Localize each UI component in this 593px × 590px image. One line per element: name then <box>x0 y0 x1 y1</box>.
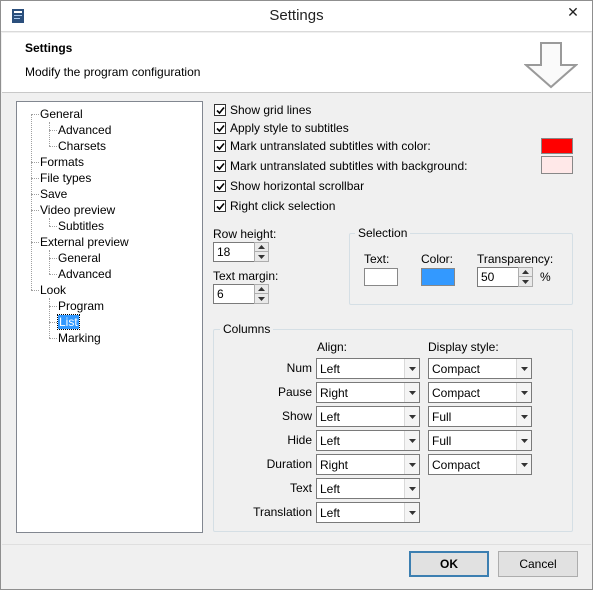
tree-item-formats[interactable]: Formats <box>40 154 84 170</box>
align-select-pause[interactable]: Right <box>316 382 420 403</box>
selection-text-label: Text: <box>364 252 390 266</box>
chevron-down-icon <box>404 479 419 498</box>
text-margin-label: Text margin: <box>213 269 279 283</box>
mark-background-swatch[interactable] <box>541 156 573 174</box>
tree-item-list[interactable]: List <box>57 314 80 330</box>
mark-color-swatch[interactable] <box>541 138 573 154</box>
tree-item-external-preview[interactable]: External preview <box>40 234 129 250</box>
checkbox-check-icon <box>214 180 226 192</box>
row-height-label: Row height: <box>213 227 277 241</box>
chevron-down-icon <box>516 431 531 450</box>
chevron-down-icon <box>404 383 419 402</box>
spin-up-icon[interactable] <box>519 268 532 277</box>
tree-item-subtitles[interactable]: Subtitles <box>58 218 104 234</box>
display-select-hide[interactable]: Full <box>428 430 532 451</box>
align-select-duration[interactable]: Right <box>316 454 420 475</box>
chevron-down-icon <box>404 431 419 450</box>
chevron-down-icon <box>516 383 531 402</box>
down-arrow-icon <box>524 42 578 89</box>
dialog-footer: OK Cancel <box>2 544 591 590</box>
tree-item-video-preview[interactable]: Video preview <box>40 202 115 218</box>
tree-item-file-types[interactable]: File types <box>40 170 91 186</box>
chevron-down-icon <box>404 503 419 522</box>
display-select-num[interactable]: Compact <box>428 358 532 379</box>
spin-up-icon[interactable] <box>255 285 268 294</box>
row-height-spinner[interactable]: 18 <box>213 242 269 262</box>
checkbox-check-icon <box>214 140 226 152</box>
show-grid-lines-label: Show grid lines <box>230 103 312 117</box>
align-select-translation[interactable]: Left <box>316 502 420 523</box>
header-panel: Settings Modify the program configuratio… <box>2 33 591 93</box>
display-select-pause[interactable]: Compact <box>428 382 532 403</box>
apply-style-label: Apply style to subtitles <box>230 121 349 135</box>
ok-button[interactable]: OK <box>409 551 489 577</box>
mark-background-label: Mark untranslated subtitles with backgro… <box>230 159 468 173</box>
align-select-show[interactable]: Left <box>316 406 420 427</box>
tree-item-general[interactable]: General <box>40 106 83 122</box>
close-icon[interactable]: ✕ <box>557 1 589 23</box>
tree-item-save[interactable]: Save <box>40 186 67 202</box>
header-subtitle: Modify the program configuration <box>25 65 201 79</box>
column-name-text: Text <box>289 481 312 495</box>
right-click-label: Right click selection <box>230 199 336 213</box>
chevron-down-icon <box>404 407 419 426</box>
selection-group-title: Selection <box>355 226 411 240</box>
tree-item-program[interactable]: Program <box>58 298 104 314</box>
transparency-spinner[interactable]: 50 <box>477 267 533 287</box>
column-name-num: Num <box>286 361 312 375</box>
column-name-duration: Duration <box>266 457 312 471</box>
chevron-down-icon <box>404 455 419 474</box>
column-name-pause: Pause <box>277 385 312 399</box>
chevron-down-icon <box>516 455 531 474</box>
display-select-show[interactable]: Full <box>428 406 532 427</box>
display-style-header: Display style: <box>428 340 499 354</box>
header-title: Settings <box>25 41 73 55</box>
checkbox-check-icon <box>214 200 226 212</box>
text-margin-spinner[interactable]: 6 <box>213 284 269 304</box>
align-select-text[interactable]: Left <box>316 478 420 499</box>
window-title: Settings <box>269 7 324 24</box>
horizontal-scrollbar-label: Show horizontal scrollbar <box>230 179 365 193</box>
align-select-hide[interactable]: Left <box>316 430 420 451</box>
columns-group-title: Columns <box>220 322 274 336</box>
transparency-label: Transparency: <box>477 252 554 266</box>
checkbox-check-icon <box>214 104 226 116</box>
align-select-num[interactable]: Left <box>316 358 420 379</box>
tree-item-marking[interactable]: Marking <box>58 330 101 346</box>
percent-label: % <box>540 270 551 284</box>
settings-window: Settings ✕ Settings Modify the program c… <box>0 0 593 590</box>
settings-tree[interactable]: General Advanced Charsets Formats File t… <box>16 101 203 533</box>
tree-item-charsets[interactable]: Charsets <box>58 138 106 154</box>
row-height-value: 18 <box>217 245 231 259</box>
tree-item-look[interactable]: Look <box>40 282 66 298</box>
column-name-show: Show <box>281 409 312 423</box>
selection-color-label: Color: <box>421 252 454 266</box>
column-name-translation: Translation <box>253 505 312 519</box>
tree-item-external-advanced[interactable]: Advanced <box>58 266 111 282</box>
column-name-hide: Hide <box>287 433 312 447</box>
spin-down-icon[interactable] <box>255 294 268 303</box>
tree-item-advanced[interactable]: Advanced <box>58 122 111 138</box>
spin-down-icon[interactable] <box>519 277 532 286</box>
spin-down-icon[interactable] <box>255 252 268 261</box>
transparency-value: 50 <box>481 270 495 284</box>
title-bar: Settings ✕ <box>1 1 592 32</box>
mark-color-label: Mark untranslated subtitles with color: <box>230 139 431 153</box>
chevron-down-icon <box>404 359 419 378</box>
spin-up-icon[interactable] <box>255 243 268 252</box>
checkbox-check-icon <box>214 160 226 172</box>
checkbox-check-icon <box>214 122 226 134</box>
tree-item-external-general[interactable]: General <box>58 250 101 266</box>
align-header: Align: <box>317 340 348 354</box>
chevron-down-icon <box>516 407 531 426</box>
chevron-down-icon <box>516 359 531 378</box>
selection-color-swatch[interactable] <box>421 268 455 286</box>
display-select-duration[interactable]: Compact <box>428 454 532 475</box>
selection-text-color-swatch[interactable] <box>364 268 398 286</box>
text-margin-value: 6 <box>217 287 224 301</box>
cancel-button[interactable]: Cancel <box>498 551 578 577</box>
